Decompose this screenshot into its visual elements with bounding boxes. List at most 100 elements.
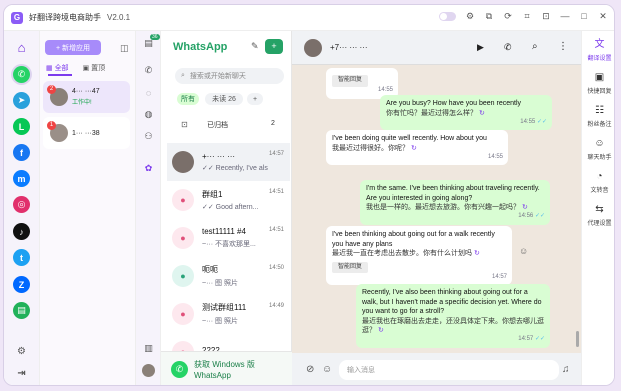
chat-list-item[interactable]: +··· ··· ··· ✓✓ Recently, I've als 14:57 [167,143,290,181]
tiktok-icon[interactable]: ♪ [13,223,30,240]
contact-note-icon: ☷ [595,105,604,116]
mic-icon[interactable]: ♫ [562,364,570,375]
chat-avatar: ● [172,303,194,325]
smart-reply-button[interactable]: 智能回复 [332,75,369,87]
message-translation: 最近我一直在考虑出去散步。你有什么计划吗 ↻ [332,250,480,257]
close-icon[interactable]: ✕ [598,11,608,21]
title-bar: G 好翻译跨境电商助手 V2.0.1 ⚙ ⧉ ⟳ ⌗ ⊡ — □ ✕ [4,5,614,31]
outgoing-message[interactable]: Are you busy? How have you been recently… [380,95,552,130]
telegram-icon[interactable]: ➤ [13,92,30,109]
video-call-icon[interactable]: ▶ [477,42,484,53]
tool-speech[interactable]: ◔ 文转音 [582,171,614,194]
tool-contact-note[interactable]: ☷ 粉丝备注 [582,105,614,128]
theme-toggle[interactable] [439,11,456,21]
scrollbar[interactable] [576,331,579,347]
tool-label: 翻译设置 [587,56,612,62]
retranslate-icon[interactable]: ↻ [378,327,384,334]
platform-rail: ⌂ ✆ ➤ Lf m ◎ ♪ t Z ▤ ⚙ ⇥ [4,31,40,385]
incoming-message[interactable]: I've been thinking about going out for a… [326,226,512,285]
message-composer: ⊘ ☺ 输入消息 ♫ [292,353,581,385]
message-input[interactable]: 输入消息 [339,360,559,380]
retranslate-icon[interactable]: ↻ [479,110,485,117]
emoji-react-icon[interactable]: ☺ [519,246,528,256]
chip-unread[interactable]: 未读 26 [205,93,243,105]
chat-list-panel: WhatsApp ✎ + ⌕ 搜索或开始新聊天 所有 未读 26 + ⊡ 已归档 … [161,31,292,385]
tool-quick-reply[interactable]: ▣ 快捷回复 [582,72,614,95]
chip-all[interactable]: 所有 [177,93,199,105]
chat-list-item[interactable]: ● test11111 #4 ~··· 不喜欢那里... 14:51 [167,219,290,257]
add-app-button[interactable]: + 新增应用 [45,40,101,55]
communities-icon[interactable]: ⚇ [142,130,155,143]
chat-avatar: ● [172,265,194,287]
retranslate-icon[interactable]: ↻ [474,250,480,257]
archived-label[interactable]: 已归档 [207,120,228,130]
settings-icon[interactable]: ⚙ [465,11,475,21]
settings-gear-icon[interactable]: ⚙ [13,343,30,360]
voice-call-icon[interactable]: ✆ [504,42,512,53]
search-input[interactable]: ⌕ 搜索或开始新聊天 [175,68,284,84]
incoming-message[interactable]: I've been doing quite well recently. How… [326,130,508,165]
tool-label: 文转音 [590,188,609,194]
messenger-icon[interactable]: m [13,170,30,187]
new-chat-icon[interactable]: ✎ [251,41,259,52]
refresh-icon[interactable]: ⟳ [503,11,513,21]
account-panel: + 新增应用 ◫ ▦ 全部 ▣ 置顶 2 4··· ···47 工作中! 1 1·… [40,31,136,385]
search-chat-icon[interactable]: ⌕ [532,41,538,52]
meta-ai-icon[interactable]: ✿ [142,162,155,175]
chat-list-item[interactable]: ● 呃呃 ~··· 图 照片 14:50 [167,257,290,295]
retranslate-icon[interactable]: ↻ [522,204,528,211]
app-version: V2.0.1 [107,13,131,22]
attach-icon[interactable]: ⊘ [306,364,314,375]
tool-robot[interactable]: ☺ 聊天助手 [582,138,614,161]
outgoing-message[interactable]: Recently, I've also been thinking about … [356,284,550,348]
tab-all[interactable]: ▦ 全部 [46,63,69,73]
pin-icon[interactable]: ⊡ [541,11,551,21]
get-windows-banner[interactable]: ✆ 获取 Windows 版 WhatsApp [161,351,292,385]
outgoing-message[interactable]: I'm the same. I've been thinking about t… [360,180,550,225]
add-button[interactable]: + [265,39,283,54]
home-icon[interactable]: ⌂ [13,39,30,56]
media-icon[interactable]: ▥ [142,342,155,355]
message-text: I've been thinking about going out for a… [332,231,495,248]
channels-icon[interactable]: ◍ [142,108,155,121]
chat-app-icon[interactable]: ▤ [13,302,30,319]
calls-icon[interactable]: ✆ [142,64,155,77]
line-icon[interactable]: L [13,118,30,135]
tool-translate[interactable]: 文翻译设置 [582,39,614,62]
tool-proxy[interactable]: ⇆ 代理设置 [582,204,614,227]
chat-list-item[interactable]: ● 测试群组111 ~··· 图 照片 14:49 [167,295,290,333]
chat-panel: +7··· ··· ··· ▶ ✆ ⌕ ⋮ 智能回复 14:55 Are you b… [292,31,581,385]
instagram-icon[interactable]: ◎ [13,196,30,213]
chat-list-item[interactable]: ● 群组1 ✓✓ Good aftern... 14:51 [167,181,290,219]
tab-pinned[interactable]: ▣ 置顶 [83,63,106,73]
screenshot-icon[interactable]: ⧉ [484,11,494,21]
pin-small-icon: ▣ [82,65,92,72]
contact-avatar[interactable] [304,38,322,57]
account-item[interactable]: 2 4··· ···47 工作中! [43,81,130,113]
retranslate-icon[interactable]: ↻ [411,145,417,152]
logout-icon[interactable]: ⇥ [13,365,30,382]
profile-avatar[interactable] [142,364,155,377]
more-options-icon[interactable]: ⋮ [558,41,568,52]
facebook-icon[interactable]: f [13,144,30,161]
account-id: 1··· ···38 [72,129,100,137]
maximize-icon[interactable]: □ [579,11,589,21]
collapse-icon[interactable]: ◫ [120,43,129,54]
account-item[interactable]: 1 1··· ···38 [43,117,130,149]
incoming-message[interactable]: 智能回复 14:55 [326,68,398,99]
whatsapp-icon[interactable]: ✆ [13,66,30,83]
chat-preview: ✓✓ Recently, I've als [202,165,268,172]
chip-more[interactable]: + [247,93,263,105]
crop-icon[interactable]: ⌗ [522,11,532,21]
app-logo-icon: G [11,11,23,24]
emoji-icon[interactable]: ☺ [322,364,332,375]
zalo-icon[interactable]: Z [13,276,30,293]
chat-time: 14:51 [268,189,284,195]
minimize-icon[interactable]: — [560,11,570,21]
chat-avatar: ● [172,227,194,249]
contact-name[interactable]: +7··· ··· ··· [330,43,368,52]
twitter-icon[interactable]: t [13,249,30,266]
status-icon[interactable]: ◌ [142,86,155,99]
message-text: I've been doing quite well recently. How… [332,135,487,142]
smart-reply-button[interactable]: 智能回复 [332,261,369,273]
